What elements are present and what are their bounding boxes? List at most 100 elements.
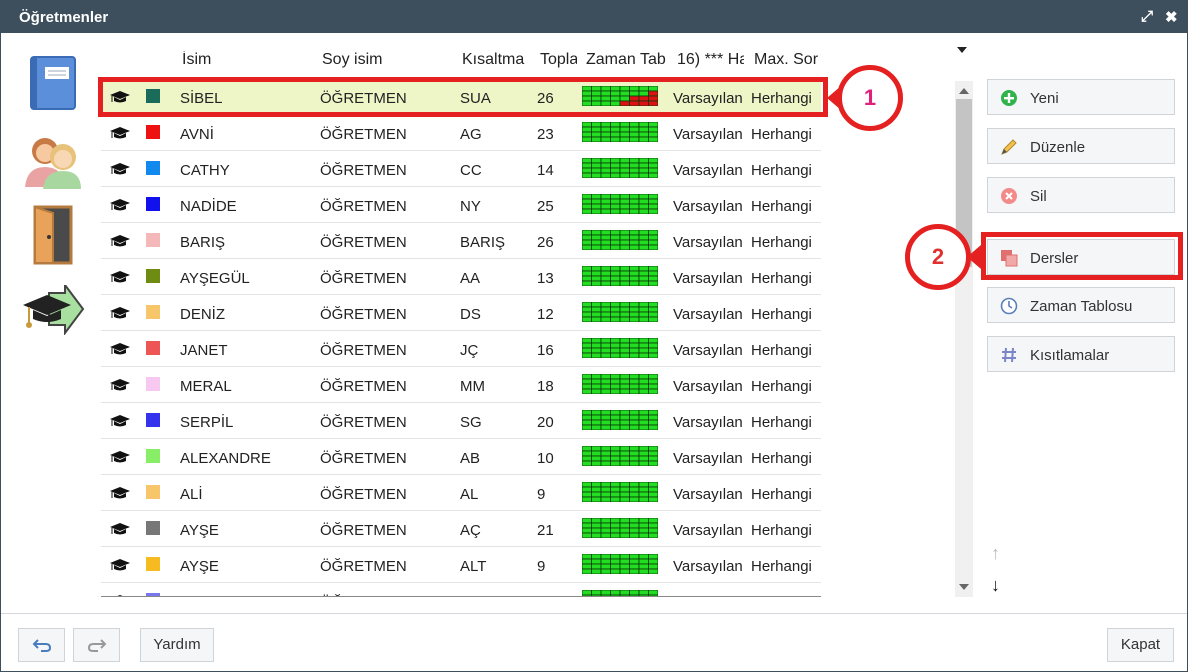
table-row[interactable]: DENİZ ÖĞRETMEN DS 12 Varsayılan Herhangi xyxy=(101,295,821,331)
column-max[interactable]: Max. Sor xyxy=(754,51,822,69)
redo-icon xyxy=(87,639,106,652)
cell-surname: ÖĞRETMEN xyxy=(320,234,407,251)
close-icon[interactable]: ✖ xyxy=(1165,8,1178,26)
delete-icon xyxy=(1001,188,1017,204)
table-row[interactable]: ALİ ÖĞRETMEN AL 9 Varsayılan Herhangi xyxy=(101,475,821,511)
table-row[interactable]: AYŞEGÜL ÖĞRETMEN AA 13 Varsayılan Herhangi xyxy=(101,259,821,295)
redo-button[interactable] xyxy=(73,628,120,662)
scroll-down-icon[interactable] xyxy=(959,584,969,590)
cell-default: Varsayılan xyxy=(673,342,743,359)
graduation-cap-icon xyxy=(110,127,130,139)
annotation-highlight-button xyxy=(981,232,1183,280)
cell-short: MM xyxy=(460,378,485,395)
column-default[interactable]: 16) *** Ha xyxy=(677,51,744,69)
cell-short: AÇ xyxy=(460,522,481,539)
cell-max: Herhangi xyxy=(751,522,812,539)
cell-surname: ÖĞRETMEN xyxy=(320,522,407,539)
cell-name: BARIŞ xyxy=(180,234,226,251)
color-swatch xyxy=(146,413,160,427)
edit-button-label: Düzenle xyxy=(1030,139,1086,156)
table-row[interactable]: AYŞE ÖĞRETMEN ALT 9 Varsayılan Herhangi xyxy=(101,547,821,583)
table-row[interactable]: ALEXANDRE ÖĞRETMEN AB 10 Varsayılan Herhangi xyxy=(101,439,821,475)
cell-name: AYŞE xyxy=(180,522,219,539)
column-timetable[interactable]: Zaman Tab xyxy=(586,51,667,69)
constraints-button-label: Kısıtlamalar xyxy=(1030,347,1110,364)
cell-short: NY xyxy=(460,198,481,215)
cell-max: Herhangi xyxy=(751,162,812,179)
column-surname[interactable]: Soy isim xyxy=(322,51,452,69)
timetable-preview xyxy=(582,302,658,322)
cell-name: AYŞE xyxy=(180,558,219,575)
column-menu-icon[interactable] xyxy=(957,47,967,53)
cell-total: 16 xyxy=(537,342,554,359)
table-row[interactable]: CATHY ÖĞRETMEN CC 14 Varsayılan Herhangi xyxy=(101,151,821,187)
cell-max: Herhangi xyxy=(751,558,812,575)
cell-surname: ÖĞRETMEN xyxy=(320,414,407,431)
cell-max: Herhangi xyxy=(751,378,812,395)
vertical-scrollbar[interactable] xyxy=(955,81,973,597)
delete-button[interactable]: Sil xyxy=(987,177,1175,213)
table-row[interactable]: ÖĞRETMEN xyxy=(101,583,821,596)
cell-short: AA xyxy=(460,270,481,287)
teachers-window: Öğretmenler ⤢ ✖ İsim Soy isim Kısaltma T… xyxy=(0,0,1188,672)
cell-surname: ÖĞRETMEN xyxy=(320,558,407,575)
table-row[interactable]: SERPİL ÖĞRETMEN SG 20 Varsayılan Herhangi xyxy=(101,403,821,439)
table-row[interactable]: JANET ÖĞRETMEN JÇ 16 Varsayılan Herhangi xyxy=(101,331,821,367)
timetable-button[interactable]: Zaman Tablosu xyxy=(987,287,1175,323)
teachers-icon[interactable] xyxy=(23,133,83,189)
timetable-preview xyxy=(582,590,658,596)
teachers-table: SİBEL ÖĞRETMEN SUA 26 Varsayılan Herhangi AVNİ… xyxy=(101,79,821,597)
cell-total: 14 xyxy=(537,162,554,179)
scroll-up-icon[interactable] xyxy=(959,88,969,94)
maximize-icon[interactable]: ⤢ xyxy=(1141,8,1153,25)
cell-default: Varsayılan xyxy=(673,378,743,395)
cell-surname: ÖĞRETMEN xyxy=(320,594,407,596)
table-row[interactable]: AYŞE ÖĞRETMEN AÇ 21 Varsayılan Herhangi xyxy=(101,511,821,547)
cell-name: NADİDE xyxy=(180,198,237,215)
color-swatch xyxy=(146,305,160,319)
book-icon[interactable] xyxy=(29,55,77,111)
graduation-cap-icon xyxy=(110,307,130,319)
timetable-preview xyxy=(582,338,658,358)
move-up-icon[interactable]: ↑ xyxy=(991,543,1000,564)
cell-default: Varsayılan xyxy=(673,450,743,467)
column-name[interactable]: İsim xyxy=(182,51,312,69)
graduation-cap-icon xyxy=(110,487,130,499)
door-icon[interactable] xyxy=(31,205,75,265)
column-total[interactable]: Topla xyxy=(540,51,577,69)
table-row[interactable]: NADİDE ÖĞRETMEN NY 25 Varsayılan Herhangi xyxy=(101,187,821,223)
cell-short: AL xyxy=(460,486,479,503)
color-swatch xyxy=(146,161,160,175)
help-button[interactable]: Yardım xyxy=(140,628,214,662)
cell-surname: ÖĞRETMEN xyxy=(320,378,407,395)
new-button-label: Yeni xyxy=(1030,90,1059,107)
cell-name: DENİZ xyxy=(180,306,225,323)
new-button[interactable]: Yeni xyxy=(987,79,1175,115)
color-swatch xyxy=(146,449,160,463)
cell-short: CC xyxy=(460,162,482,179)
undo-button[interactable] xyxy=(18,628,65,662)
table-row[interactable]: MERAL ÖĞRETMEN MM 18 Varsayılan Herhangi xyxy=(101,367,821,403)
close-button[interactable]: Kapat xyxy=(1107,628,1174,662)
arrow-hat-icon[interactable] xyxy=(21,285,85,335)
timetable-preview xyxy=(582,122,658,142)
color-swatch xyxy=(146,593,160,596)
graduation-cap-icon xyxy=(110,379,130,391)
table-row[interactable]: BARIŞ ÖĞRETMEN BARIŞ 26 Varsayılan Herhangi xyxy=(101,223,821,259)
cell-total: 10 xyxy=(537,450,554,467)
constraints-button[interactable]: Kısıtlamalar xyxy=(987,336,1175,372)
graduation-cap-icon xyxy=(110,415,130,427)
cell-max: Herhangi xyxy=(751,126,812,143)
graduation-cap-icon xyxy=(110,271,130,283)
title-bar: Öğretmenler ⤢ ✖ xyxy=(1,1,1187,33)
cell-short: ALT xyxy=(460,558,487,575)
cell-surname: ÖĞRETMEN xyxy=(320,126,407,143)
cell-surname: ÖĞRETMEN xyxy=(320,450,407,467)
column-short[interactable]: Kısaltma xyxy=(462,51,528,69)
cell-default: Varsayılan xyxy=(673,162,743,179)
move-down-icon[interactable]: ↓ xyxy=(991,575,1000,596)
timetable-preview xyxy=(582,554,658,574)
cell-surname: ÖĞRETMEN xyxy=(320,342,407,359)
table-row[interactable]: AVNİ ÖĞRETMEN AG 23 Varsayılan Herhangi xyxy=(101,115,821,151)
edit-button[interactable]: Düzenle xyxy=(987,128,1175,164)
